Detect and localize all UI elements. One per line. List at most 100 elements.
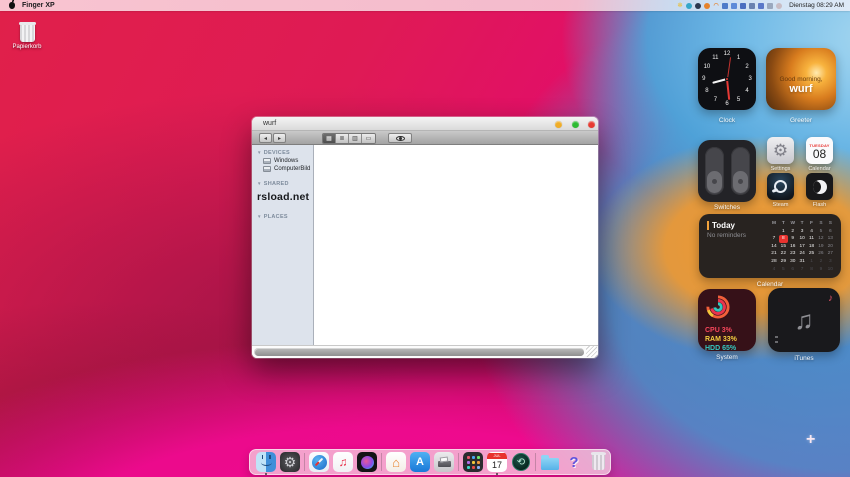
zoom-button[interactable] — [572, 121, 579, 128]
time-machine-icon[interactable]: ⟲ — [511, 452, 531, 472]
sidebar-item-Windows[interactable]: Windows — [252, 157, 313, 165]
sidebar-item-ComputerBild[interactable]: ComputerBild — [252, 165, 313, 173]
calendar-widget[interactable]: Today No reminders M T W T F S S 1 2 3 4 5 6 7 8 9 10 11 1… — [699, 214, 841, 278]
calendar-day-cell[interactable]: 9 — [788, 235, 797, 243]
greeter-widget[interactable]: Good morning, wurf — [766, 48, 836, 110]
clock-widget[interactable]: 1 2 3 4 5 6 7 8 9 10 11 12 — [698, 48, 756, 110]
calendar-day-cell[interactable]: 11 — [807, 235, 816, 243]
steam-app-icon[interactable] — [767, 173, 794, 200]
calendar-day-cell[interactable]: 6 — [826, 228, 835, 236]
view-list-button[interactable]: ≣ — [336, 134, 349, 143]
calendar-day-cell[interactable]: 30 — [788, 258, 797, 266]
itunes-widget[interactable]: ♫ ♪ — [768, 288, 840, 352]
calendar-day-cell[interactable]: 20 — [826, 243, 835, 251]
desktop-trash[interactable]: Papierkorb — [10, 22, 44, 50]
calendar-day-cell[interactable]: 3 — [826, 258, 835, 266]
calendar-day-cell[interactable]: 10 — [826, 266, 835, 274]
calendar-day-cell[interactable]: 3 — [797, 228, 806, 236]
disclosure-triangle-icon[interactable]: ▼ — [257, 181, 262, 186]
calendar-day-cell[interactable]: 5 — [816, 228, 825, 236]
quicklook-button[interactable] — [388, 133, 412, 143]
sidebar-section-header[interactable]: ▼ PLACES — [252, 212, 313, 221]
calendar-day-cell[interactable]: 29 — [779, 258, 788, 266]
downloads-folder-icon[interactable] — [540, 452, 560, 472]
calendar-day-cell[interactable]: 28 — [769, 258, 778, 266]
orange-orb-icon[interactable] — [704, 2, 711, 9]
dock-calendar-icon[interactable]: JUL 17 — [487, 452, 507, 475]
calendar-day-cell[interactable]: 22 — [779, 250, 788, 258]
calendar-day-cell[interactable]: 9 — [816, 266, 825, 274]
calendar-day-cell[interactable]: 10 — [797, 235, 806, 243]
printer-icon[interactable] — [434, 452, 454, 472]
calendar-day-cell[interactable]: 31 — [797, 258, 806, 266]
calendar-day-cell[interactable]: 4 — [807, 228, 816, 236]
add-widget-button[interactable]: + — [806, 431, 815, 449]
calendar-day-cell[interactable]: 14 — [769, 243, 778, 251]
forward-button[interactable]: ▸ — [273, 133, 286, 143]
scrollbar-thumb[interactable] — [254, 348, 584, 356]
disclosure-triangle-icon[interactable]: ▼ — [257, 214, 262, 219]
globe-icon[interactable] — [686, 2, 693, 9]
wifi-icon[interactable]: ◠ — [713, 3, 719, 9]
toggle-switch-2[interactable] — [730, 147, 750, 195]
finder-content-pane[interactable] — [314, 145, 598, 345]
sidebar-item-rsload.net[interactable]: rsload.net — [252, 188, 313, 206]
calendar-day-cell[interactable]: 17 — [797, 243, 806, 251]
flag-icon-3[interactable] — [740, 2, 747, 9]
flag-icon-1[interactable] — [722, 2, 729, 9]
calendar-day-cell[interactable]: 4 — [769, 266, 778, 274]
calendar-day-cell[interactable]: 25 — [807, 250, 816, 258]
calendar-day-cell[interactable]: 2 — [816, 258, 825, 266]
sidebar-section-header[interactable]: ▼ SHARED — [252, 179, 313, 188]
music-icon[interactable]: ♫ — [333, 452, 353, 472]
view-coverflow-button[interactable]: ▭ — [362, 134, 375, 143]
calendar-day-cell[interactable]: 18 — [807, 243, 816, 251]
calendar-day-cell[interactable]: 1 — [779, 228, 788, 236]
flag-icon-2[interactable] — [731, 2, 738, 9]
calendar-day-cell[interactable]: 6 — [788, 266, 797, 274]
calendar-day-cell[interactable]: 8 — [778, 235, 789, 243]
siri-icon[interactable] — [357, 452, 377, 472]
apple-menu-icon[interactable] — [9, 0, 15, 9]
disclosure-triangle-icon[interactable]: ▼ — [257, 150, 262, 155]
calendar-day-cell[interactable]: 7 — [769, 235, 778, 243]
back-button[interactable]: ◂ — [259, 133, 272, 143]
calendar-day-cell[interactable]: 15 — [779, 243, 788, 251]
close-button[interactable] — [588, 121, 595, 128]
view-icons-button[interactable]: ▦ — [323, 134, 336, 143]
sidebar-section-header[interactable]: ▼ DEVICES — [252, 148, 313, 157]
calendar-day-cell[interactable]: 12 — [816, 235, 825, 243]
help-icon[interactable]: ? — [564, 452, 584, 472]
calendar-day-cell[interactable] — [769, 228, 778, 236]
calendar-day-cell[interactable]: 26 — [816, 250, 825, 258]
switches-widget[interactable] — [698, 140, 756, 202]
calendar-day-cell[interactable]: 23 — [788, 250, 797, 258]
dim-status-icon[interactable] — [776, 2, 783, 9]
display-icon[interactable] — [758, 2, 765, 9]
dark-orb-icon[interactable] — [695, 2, 702, 9]
calendar-day-cell[interactable]: 16 — [788, 243, 797, 251]
safari-icon[interactable] — [309, 452, 329, 472]
horizontal-scrollbar[interactable] — [254, 348, 584, 356]
calendar-day-cell[interactable]: 8 — [807, 266, 816, 274]
calendar-day-cell[interactable]: 21 — [769, 250, 778, 258]
calendar-day-cell[interactable]: 1 — [807, 258, 816, 266]
toggle-switch-1[interactable] — [704, 147, 724, 195]
settings-app-icon[interactable]: ⚙ — [767, 137, 794, 164]
finder-icon[interactable] — [256, 452, 276, 475]
battery-icon[interactable] — [767, 2, 774, 9]
calendar-day-cell[interactable]: 13 — [826, 235, 835, 243]
calendar-day-cell[interactable]: 2 — [788, 228, 797, 236]
calendar-day-cell[interactable]: 24 — [797, 250, 806, 258]
calendar-day-cell[interactable]: 27 — [826, 250, 835, 258]
window-titlebar[interactable]: wurf — [252, 117, 598, 131]
star-badge-icon[interactable]: ✼ — [677, 3, 683, 9]
app-store-icon[interactable]: A — [410, 452, 430, 472]
view-columns-button[interactable]: ▥ — [349, 134, 362, 143]
home-icon[interactable]: ⌂ — [386, 452, 406, 472]
active-app-name[interactable]: Finger XP — [22, 2, 55, 9]
mini-calendar-icon[interactable]: TUESDAY 08 — [806, 137, 833, 164]
trash-icon[interactable] — [588, 452, 608, 472]
preferences-icon[interactable]: ⚙ — [280, 452, 300, 472]
calendar-day-cell[interactable]: 19 — [816, 243, 825, 251]
